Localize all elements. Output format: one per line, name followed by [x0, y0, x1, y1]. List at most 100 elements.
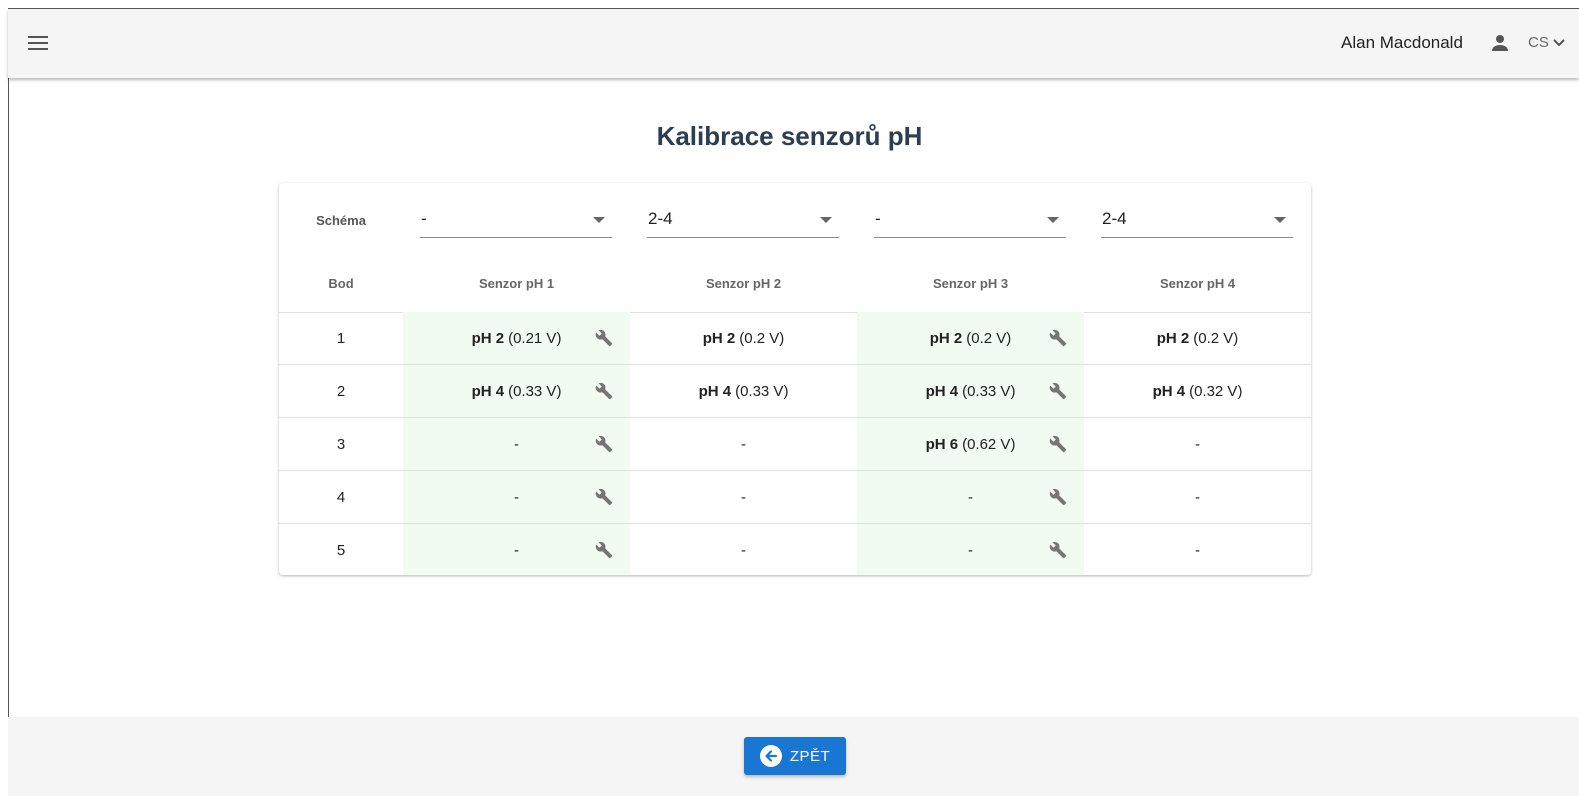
calibration-cell-sensor-2: pH 2 (0.2 V): [630, 312, 857, 364]
wrench-icon[interactable]: [595, 329, 613, 347]
calibration-value: -: [1195, 489, 1200, 506]
wrench-icon[interactable]: [595, 435, 613, 453]
calibration-cell-sensor-1: pH 2 (0.21 V): [403, 312, 630, 364]
calibration-cell-sensor-2: pH 4 (0.33 V): [630, 365, 857, 417]
empty-value: -: [741, 488, 746, 506]
select-value: -: [421, 209, 427, 228]
table-row: 5 - - - -: [279, 524, 1311, 575]
dropdown-arrow-icon: [1274, 217, 1286, 223]
calibration-cell-sensor-1: -: [403, 471, 630, 523]
schema-select-sensor-3[interactable]: -: [874, 205, 1066, 238]
empty-value: -: [514, 541, 519, 559]
table-row: 1 pH 2 (0.21 V) pH 2 (0.2 V) pH 2 (0.2 V) pH 2(…: [279, 312, 1311, 365]
empty-value: -: [1195, 435, 1200, 453]
voltage: (0.21 V): [508, 329, 562, 347]
wrench-icon[interactable]: [1049, 329, 1067, 347]
back-button[interactable]: ZPĚT: [744, 737, 846, 775]
wrench-icon[interactable]: [1049, 435, 1067, 453]
table-header-row: Bod Senzor pH 1 Senzor pH 2 Senzor pH 3 …: [279, 255, 1311, 313]
language-code: CS: [1528, 34, 1549, 51]
point-number: 1: [336, 329, 346, 347]
schema-label: Schéma: [316, 213, 366, 228]
footer-bar: ZPĚT: [8, 717, 1579, 796]
calibration-cell-sensor-3: pH 4 (0.33 V): [857, 365, 1084, 417]
voltage: (0.62 V): [962, 435, 1016, 453]
calibration-cell-sensor-1: -: [403, 418, 630, 470]
empty-value: -: [968, 541, 973, 559]
calibration-value: pH 2 (0.2 V): [703, 330, 785, 347]
schema-select-sensor-4[interactable]: 2-4: [1101, 205, 1293, 238]
ph-level: pH 2: [1156, 329, 1190, 347]
ph-level: pH 4: [1152, 382, 1186, 400]
calibration-value: -: [1195, 436, 1200, 453]
schema-select-sensor-1[interactable]: -: [420, 205, 612, 238]
wrench-icon[interactable]: [595, 488, 613, 506]
voltage: (0.33 V): [735, 382, 789, 400]
page-title: Kalibrace senzorů pH: [656, 121, 923, 151]
schema-select-sensor-2[interactable]: 2-4: [647, 205, 839, 238]
calibration-value: pH 2 (0.2 V): [1157, 330, 1239, 347]
table-row: 3 - - pH 6 (0.62 V) -: [279, 418, 1311, 471]
voltage: (0.32 V): [1189, 382, 1243, 400]
voltage: (0.33 V): [962, 382, 1016, 400]
calibration-cell-sensor-4: -: [1084, 471, 1311, 523]
dropdown-arrow-icon: [1047, 217, 1059, 223]
voltage: (0.2 V): [1193, 329, 1239, 347]
calibration-cell-sensor-3: -: [857, 471, 1084, 523]
calibration-value: pH 2 (0.21 V): [472, 330, 562, 347]
calibration-cell-sensor-3: -: [857, 524, 1084, 575]
wrench-icon[interactable]: [1049, 382, 1067, 400]
header-sensor-4: Senzor pH 4: [1159, 276, 1236, 291]
calibration-cell-sensor-4: -: [1084, 418, 1311, 470]
table-row: 4 - - - -: [279, 471, 1311, 524]
top-app-bar: Alan Macdonald CS: [8, 9, 1579, 78]
ph-level: pH 4: [925, 382, 959, 400]
point-number: 2: [336, 382, 346, 400]
calibration-cell-sensor-2: -: [630, 471, 857, 523]
wrench-icon[interactable]: [1049, 541, 1067, 559]
calibration-cell-sensor-3: pH 6 (0.62 V): [857, 418, 1084, 470]
ph-level: pH 2: [929, 329, 963, 347]
calibration-cell-sensor-4: -: [1084, 524, 1311, 575]
calibration-cell-sensor-3: pH 2 (0.2 V): [857, 312, 1084, 364]
select-value: 2-4: [1102, 209, 1127, 228]
arrow-left-circle-icon: [759, 745, 782, 767]
back-button-label: ZPĚT: [789, 747, 831, 765]
empty-value: -: [741, 435, 746, 453]
calibration-value: -: [514, 436, 519, 453]
schema-row: Schéma - 2-4 - 2-4: [279, 183, 1311, 255]
wrench-icon[interactable]: [595, 541, 613, 559]
user-name: Alan Macdonald: [1341, 33, 1463, 52]
calibration-cell-sensor-4: pH 4 (0.32 V): [1084, 365, 1311, 417]
language-selector[interactable]: CS: [1528, 34, 1565, 51]
ph-level: pH 4: [698, 382, 732, 400]
voltage: (0.2 V): [739, 329, 785, 347]
ph-level: pH 2: [471, 329, 505, 347]
menu-icon[interactable]: [28, 33, 48, 53]
calibration-value: -: [741, 489, 746, 506]
empty-value: -: [741, 541, 746, 559]
calibration-value: pH 6 (0.62 V): [926, 436, 1016, 453]
ph-level: pH 4: [471, 382, 505, 400]
calibration-value: pH 4 (0.32 V): [1153, 383, 1243, 400]
voltage: (0.2 V): [966, 329, 1012, 347]
table-body: 1 pH 2 (0.21 V) pH 2 (0.2 V) pH 2 (0.2 V) pH 2(…: [279, 312, 1311, 575]
calibration-value: -: [968, 489, 973, 506]
wrench-icon[interactable]: [595, 382, 613, 400]
voltage: (0.33 V): [508, 382, 562, 400]
calibration-table-card: Schéma - 2-4 - 2-4 Bod Senzor pH 1 Senzo…: [279, 183, 1311, 575]
person-icon[interactable]: [1488, 31, 1512, 55]
empty-value: -: [514, 435, 519, 453]
empty-value: -: [968, 488, 973, 506]
chevron-down-icon: [1553, 38, 1565, 46]
empty-value: -: [1195, 541, 1200, 559]
calibration-value: -: [514, 542, 519, 559]
table-row: 2 pH 4 (0.33 V) pH 4 (0.33 V) pH 4 (0.33 V) pH …: [279, 365, 1311, 418]
header-sensor-2: Senzor pH 2: [705, 276, 782, 291]
calibration-value: pH 4 (0.33 V): [926, 383, 1016, 400]
calibration-value: -: [514, 489, 519, 506]
calibration-value: pH 2 (0.2 V): [930, 330, 1012, 347]
wrench-icon[interactable]: [1049, 488, 1067, 506]
calibration-value: -: [741, 436, 746, 453]
empty-value: -: [1195, 488, 1200, 506]
